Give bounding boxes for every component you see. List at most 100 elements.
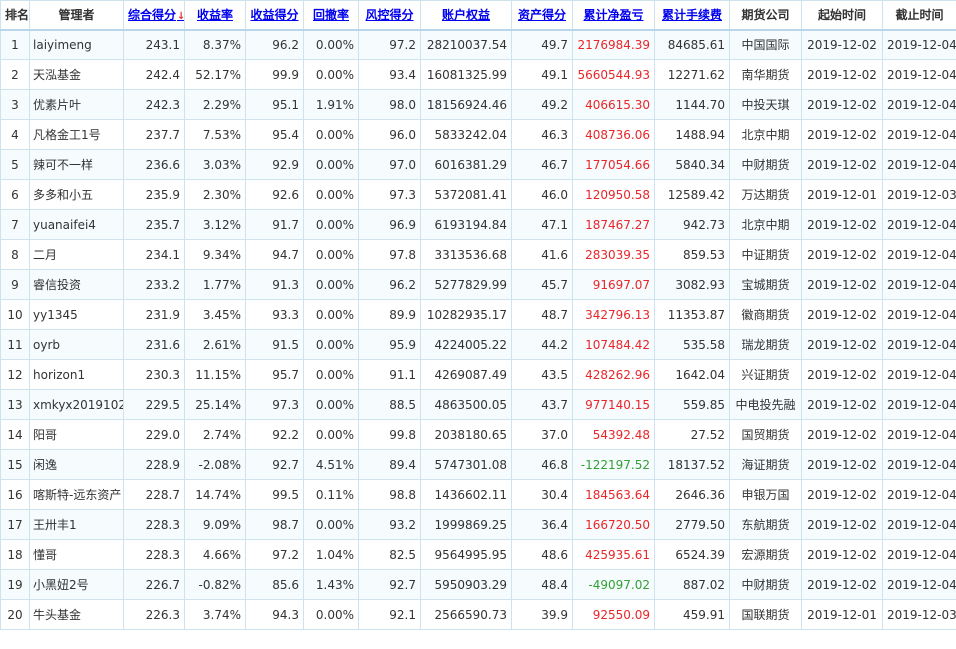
drawdown-cell: 1.91% [303, 89, 359, 120]
column-header-rank: 排名 [0, 0, 30, 31]
score-cell: 231.9 [123, 299, 185, 330]
net-pnl-cell: 977140.15 [572, 389, 655, 420]
end-time-cell: 2019-12-03 [882, 179, 956, 210]
return-score-cell: 93.3 [245, 299, 304, 330]
column-header-drawdown[interactable]: 回撤率 [303, 0, 359, 31]
column-header-fees[interactable]: 累计手续费 [654, 0, 730, 31]
return-rate-cell: 8.37% [184, 29, 246, 60]
risk-score-cell: 89.4 [358, 449, 421, 480]
return-rate-cell: 4.66% [184, 539, 246, 570]
table-row: 17 王卅丰1 228.3 9.09% 98.7 0.00% 93.2 1999869.25 3… [0, 509, 956, 540]
table-row: 15 闲逸 228.9 -2.08% 92.7 4.51% 89.4 5747301.08 46… [0, 449, 956, 480]
start-time-cell: 2019-12-02 [801, 59, 883, 90]
table-row: 11 oyrb 231.6 2.61% 91.5 0.00% 95.9 4224005.22 4… [0, 329, 956, 360]
net-pnl-cell: 107484.42 [572, 329, 655, 360]
column-header-return-rate[interactable]: 收益率 [184, 0, 246, 31]
equity-cell: 5277829.99 [420, 269, 512, 300]
equity-cell: 10282935.17 [420, 299, 512, 330]
return-score-cell: 98.7 [245, 509, 304, 540]
net-pnl-cell: 2176984.39 [572, 29, 655, 60]
ranking-table: 排名 管理者 综合得分↓ 收益率 收益得分回撤率 风控得分 账户权益 资产得分 累计净盈亏 累计手… [0, 0, 956, 630]
net-pnl-cell: 91697.07 [572, 269, 655, 300]
return-score-cell: 91.5 [245, 329, 304, 360]
risk-score-cell: 98.8 [358, 479, 421, 510]
return-score-cell: 99.9 [245, 59, 304, 90]
manager-cell: 睿信投资 [29, 269, 124, 300]
fees-cell: 3082.93 [654, 269, 730, 300]
rank-cell: 7 [0, 209, 30, 240]
score-cell: 228.9 [123, 449, 185, 480]
score-cell: 228.7 [123, 479, 185, 510]
return-score-cell: 95.7 [245, 359, 304, 390]
risk-score-cell: 97.3 [358, 179, 421, 210]
manager-cell: 喀斯特-远东资产 [29, 479, 124, 510]
column-header-net-pnl[interactable]: 累计净盈亏 [572, 0, 655, 31]
fees-cell: 1642.04 [654, 359, 730, 390]
rank-cell: 14 [0, 419, 30, 450]
asset-score-cell: 49.1 [511, 59, 573, 90]
column-header-label: 排名 [5, 8, 30, 23]
return-rate-cell: 3.74% [184, 599, 246, 630]
column-header-risk-score[interactable]: 风控得分 [358, 0, 421, 31]
table-row: 7 yuanaifei4 235.7 3.12% 91.7 0.00% 96.9 619319… [0, 209, 956, 240]
score-cell: 228.3 [123, 539, 185, 570]
return-rate-cell: 9.09% [184, 509, 246, 540]
score-cell: 235.7 [123, 209, 185, 240]
column-header-return-score[interactable]: 收益得分 [245, 0, 304, 31]
end-time-cell: 2019-12-04 [882, 389, 956, 420]
risk-score-cell: 98.0 [358, 89, 421, 120]
manager-cell: 牛头基金 [29, 599, 124, 630]
table-row: 6 多多和小五 235.9 2.30% 92.6 0.00% 97.3 5372081.41 4… [0, 179, 956, 210]
equity-cell: 4269087.49 [420, 359, 512, 390]
net-pnl-cell: 5660544.93 [572, 59, 655, 90]
fees-cell: 942.73 [654, 209, 730, 240]
asset-score-cell: 47.1 [511, 209, 573, 240]
fees-cell: 887.02 [654, 569, 730, 600]
net-pnl-cell: 425935.61 [572, 539, 655, 570]
score-cell: 235.9 [123, 179, 185, 210]
table-row: 12 horizon1 230.3 11.15% 95.7 0.00% 91.1 426908… [0, 359, 956, 390]
net-pnl-cell: -49097.02 [572, 569, 655, 600]
rank-cell: 9 [0, 269, 30, 300]
table-header-row: 排名 管理者 综合得分↓ 收益率 收益得分回撤率 风控得分 账户权益 资产得分 累计净盈亏 累计手… [0, 0, 956, 31]
column-header-equity[interactable]: 账户权益 [420, 0, 512, 31]
equity-cell: 5747301.08 [420, 449, 512, 480]
fees-cell: 11353.87 [654, 299, 730, 330]
manager-cell: 懂哥 [29, 539, 124, 570]
broker-cell: 宏源期货 [729, 539, 802, 570]
fees-cell: 2779.50 [654, 509, 730, 540]
column-header-score[interactable]: 综合得分↓ [123, 0, 185, 31]
manager-cell: 凡格金工1号 [29, 119, 124, 150]
score-cell: 226.3 [123, 599, 185, 630]
broker-cell: 南华期货 [729, 59, 802, 90]
asset-score-cell: 46.3 [511, 119, 573, 150]
column-header-asset-score[interactable]: 资产得分 [511, 0, 573, 31]
score-cell: 236.6 [123, 149, 185, 180]
return-score-cell: 94.3 [245, 599, 304, 630]
equity-cell: 5372081.41 [420, 179, 512, 210]
column-header-label: 期货公司 [741, 8, 790, 23]
broker-cell: 瑞龙期货 [729, 329, 802, 360]
column-header-label: 起始时间 [817, 8, 866, 23]
start-time-cell: 2019-12-02 [801, 479, 883, 510]
end-time-cell: 2019-12-04 [882, 449, 956, 480]
rank-cell: 12 [0, 359, 30, 390]
return-rate-cell: 3.45% [184, 299, 246, 330]
fees-cell: 1144.70 [654, 89, 730, 120]
table-row: 14 阳哥 229.0 2.74% 92.2 0.00% 99.8 2038180.65 37.… [0, 419, 956, 450]
equity-cell: 6016381.29 [420, 149, 512, 180]
return-score-cell: 92.7 [245, 449, 304, 480]
asset-score-cell: 49.2 [511, 89, 573, 120]
column-header-label: 资产得分 [517, 8, 566, 23]
equity-cell: 18156924.46 [420, 89, 512, 120]
asset-score-cell: 49.7 [511, 29, 573, 60]
return-score-cell: 92.2 [245, 419, 304, 450]
risk-score-cell: 88.5 [358, 389, 421, 420]
drawdown-cell: 0.00% [303, 329, 359, 360]
score-cell: 237.7 [123, 119, 185, 150]
risk-score-cell: 97.2 [358, 29, 421, 60]
risk-score-cell: 93.2 [358, 509, 421, 540]
rank-cell: 2 [0, 59, 30, 90]
broker-cell: 中国国际 [729, 29, 802, 60]
return-rate-cell: 25.14% [184, 389, 246, 420]
